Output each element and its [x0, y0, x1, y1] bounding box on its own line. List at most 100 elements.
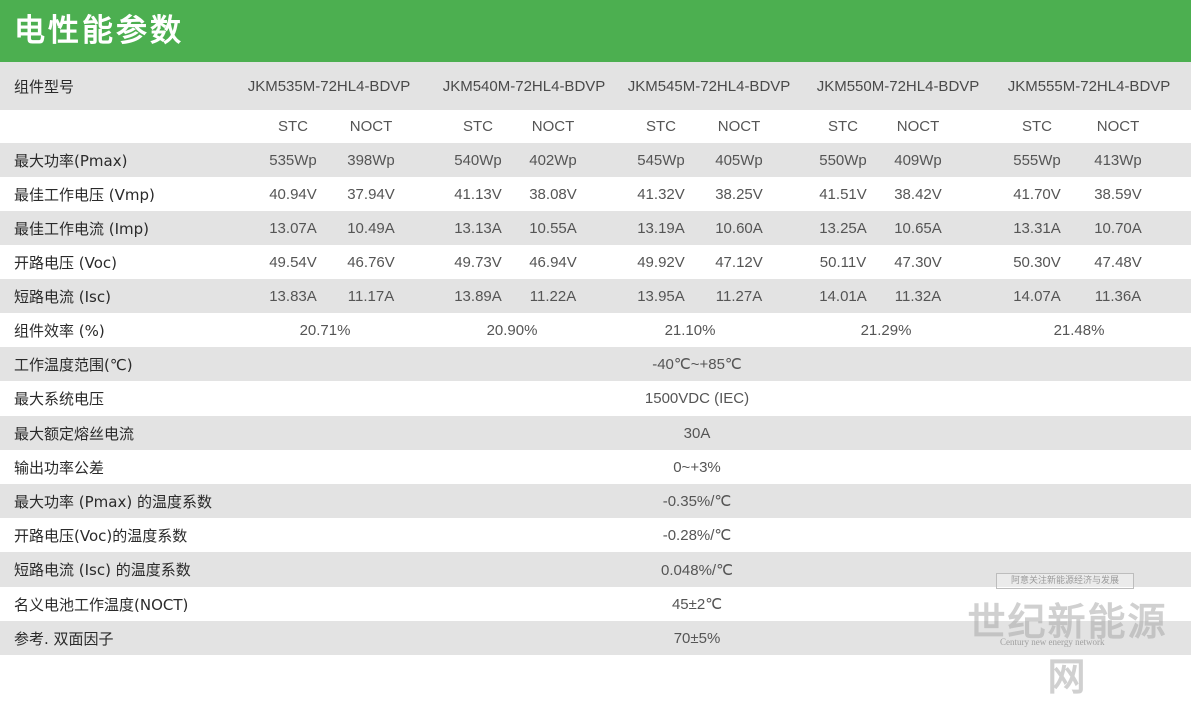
spec-row: 最佳工作电压 (Vmp) 40.94V 37.94V 41.13V 38.08V 41.3… [0, 177, 1191, 211]
noct-value: 37.94V [347, 185, 395, 203]
stc-value: 14.01A [819, 287, 867, 305]
noct-value: 47.48V [1094, 253, 1142, 271]
stc-value: 40.94V [269, 185, 317, 203]
noct-value: 38.42V [894, 185, 942, 203]
watermark-slogan: 阿意关注新能源经济与发展 [996, 573, 1134, 589]
stc-value: 50.30V [1013, 253, 1061, 271]
common-value: 45±2℃ [671, 596, 723, 613]
common-row: 开路电压(Voc)的温度系数 -0.28%/℃ [0, 518, 1191, 552]
efficiency-value: 21.10% [664, 321, 716, 339]
stc-value: 13.07A [269, 219, 317, 237]
stc-value: 13.19A [637, 219, 685, 237]
noct-value: 47.12V [715, 253, 763, 271]
noct-value: 10.70A [1094, 219, 1142, 237]
stc-value: 535Wp [269, 151, 317, 169]
model-name: JKM535M-72HL4-BDVP [247, 77, 411, 95]
noct-value: 46.76V [347, 253, 395, 271]
row-label: 短路电流 (Isc) 的温度系数 [14, 561, 191, 579]
common-value: 0.048%/℃ [661, 561, 733, 579]
noct-value: 38.25V [715, 185, 763, 203]
stc-value: 13.31A [1013, 219, 1061, 237]
stc-label: STC [646, 118, 676, 135]
spec-row: 最大功率(Pmax) 535Wp 398Wp 540Wp 402Wp 545Wp 405Wp… [0, 143, 1191, 177]
common-value: 1500VDC (IEC) [644, 390, 750, 407]
common-value: -0.28%/℃ [662, 527, 732, 544]
noct-value: 402Wp [529, 151, 577, 169]
common-value: 30A [683, 424, 711, 442]
noct-label: NOCT [1096, 118, 1140, 135]
stc-value: 13.89A [454, 287, 502, 305]
noct-label: NOCT [531, 118, 575, 135]
row-label: 名义电池工作温度(NOCT) [14, 595, 189, 614]
common-row: 工作温度范围(℃) -40℃~+85℃ [0, 347, 1191, 381]
stc-value: 540Wp [454, 151, 502, 169]
spec-row: 短路电流 (Isc) 13.83A 11.17A 13.89A 11.22A 13.95A… [0, 279, 1191, 313]
common-value: 0~+3% [673, 458, 721, 476]
row-label: 组件效率 (%) [14, 321, 105, 340]
efficiency-row: 组件效率 (%) 20.71% 20.90% 21.10% 21.29% 21.48% [0, 313, 1191, 347]
common-value: 70±5% [673, 629, 721, 647]
row-label: 参考. 双面因子 [14, 629, 114, 648]
noct-value: 10.49A [347, 219, 395, 237]
stc-value: 550Wp [819, 151, 867, 169]
noct-value: 38.59V [1094, 185, 1142, 203]
title-bar: 电性能参数 [0, 0, 1191, 62]
common-value: -0.35%/℃ [662, 493, 732, 510]
noct-value: 47.30V [894, 253, 942, 271]
row-label: 工作温度范围(℃) [14, 355, 133, 374]
stc-value: 41.32V [637, 185, 685, 203]
noct-value: 46.94V [529, 253, 577, 271]
stc-value: 41.70V [1013, 185, 1061, 203]
stc-label: STC [828, 118, 858, 135]
common-row: 最大功率 (Pmax) 的温度系数 -0.35%/℃ [0, 484, 1191, 518]
page-title: 电性能参数 [14, 13, 184, 49]
noct-value: 38.08V [529, 185, 577, 203]
noct-label: NOCT [349, 118, 393, 135]
stc-value: 41.13V [454, 185, 502, 203]
common-row: 最大额定熔丝电流 30A [0, 416, 1191, 450]
stc-value: 49.54V [269, 253, 317, 271]
stc-value: 13.83A [269, 287, 317, 305]
row-label: 开路电压(Voc)的温度系数 [14, 526, 188, 545]
noct-label: NOCT [717, 118, 761, 135]
noct-value: 405Wp [715, 151, 763, 169]
watermark-english: Century new energy network [1000, 637, 1105, 647]
row-label: 最大额定熔丝电流 [14, 424, 135, 443]
noct-value: 10.60A [715, 219, 763, 237]
stc-value: 545Wp [637, 151, 685, 169]
watermark: 阿意关注新能源经济与发展 世纪新能源网 Century new energy n… [950, 573, 1185, 699]
row-label: 最大系统电压 [14, 390, 105, 408]
noct-value: 11.32A [894, 287, 942, 305]
stc-value: 49.73V [454, 253, 502, 271]
row-label: 输出功率公差 [14, 458, 105, 477]
stc-value: 14.07A [1013, 287, 1061, 305]
spec-row: 最佳工作电流 (Imp) 13.07A 10.49A 13.13A 10.55A 13.1… [0, 211, 1191, 245]
noct-value: 11.36A [1094, 287, 1142, 305]
efficiency-value: 20.90% [486, 321, 538, 339]
row-label: 最佳工作电流 (Imp) [14, 219, 150, 238]
stc-label: STC [1022, 118, 1052, 135]
noct-value: 413Wp [1094, 151, 1142, 169]
efficiency-value: 21.29% [860, 321, 912, 339]
common-value: -40℃~+85℃ [652, 356, 742, 373]
model-name: JKM540M-72HL4-BDVP [442, 77, 606, 95]
condition-row: STC NOCT STC NOCT STC NOCT STC NOCT STC NOCT [0, 110, 1191, 143]
stc-value: 13.13A [454, 219, 502, 237]
row-label: 最佳工作电压 (Vmp) [14, 185, 155, 204]
stc-value: 50.11V [819, 253, 867, 271]
noct-value: 10.65A [894, 219, 942, 237]
model-name: JKM550M-72HL4-BDVP [816, 77, 980, 95]
noct-value: 409Wp [894, 151, 942, 169]
stc-label: STC [463, 118, 493, 135]
noct-value: 10.55A [529, 219, 577, 237]
stc-value: 49.92V [637, 253, 685, 271]
noct-value: 11.17A [347, 287, 395, 305]
model-name: JKM545M-72HL4-BDVP [627, 77, 791, 95]
stc-label: STC [278, 118, 308, 135]
stc-value: 13.95A [637, 287, 685, 305]
common-row: 输出功率公差 0~+3% [0, 450, 1191, 484]
stc-value: 555Wp [1013, 151, 1061, 169]
noct-value: 398Wp [347, 151, 395, 169]
efficiency-value: 21.48% [1053, 321, 1105, 339]
spec-row: 开路电压 (Voc) 49.54V 46.76V 49.73V 46.94V 49.92V… [0, 245, 1191, 279]
